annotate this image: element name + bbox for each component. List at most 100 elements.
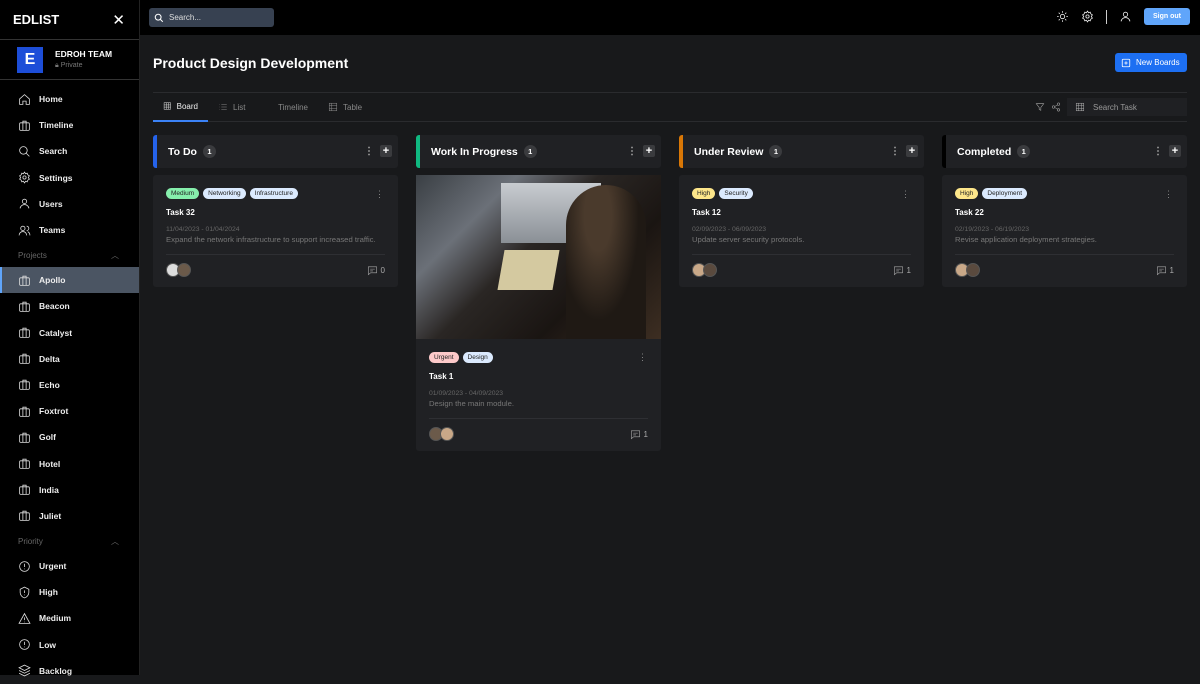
user-icon[interactable] bbox=[1119, 10, 1132, 23]
project-item-catalyst[interactable]: Catalyst bbox=[0, 320, 139, 346]
chevron-up-icon: ︿ bbox=[111, 536, 119, 547]
add-task-button[interactable]: + bbox=[643, 145, 655, 157]
comments-button[interactable]: 0 bbox=[367, 265, 385, 276]
tag-badge: Security bbox=[719, 188, 752, 199]
more-vertical-icon[interactable]: ⋮ bbox=[375, 189, 384, 200]
comment-icon bbox=[630, 429, 641, 440]
gear-icon[interactable] bbox=[1081, 10, 1094, 23]
tag-badge: Networking bbox=[203, 188, 246, 199]
share-icon[interactable] bbox=[1051, 102, 1061, 112]
column-count: 1 bbox=[203, 145, 216, 158]
column-count: 1 bbox=[524, 145, 537, 158]
close-icon[interactable]: ✕ bbox=[112, 11, 125, 29]
tab-list[interactable]: List bbox=[208, 92, 263, 122]
more-vertical-icon[interactable]: ⋮ bbox=[1164, 189, 1173, 200]
search-icon bbox=[18, 145, 31, 158]
projects-section-header[interactable]: Projects︿ bbox=[0, 243, 139, 267]
nav-label: High bbox=[39, 587, 58, 597]
priority-item-urgent[interactable]: Urgent bbox=[0, 553, 139, 579]
shield-alert-icon bbox=[18, 586, 31, 599]
divider bbox=[1106, 10, 1107, 24]
tab-board[interactable]: Board bbox=[153, 92, 208, 122]
comments-button[interactable]: 1 bbox=[893, 265, 911, 276]
priority-item-low[interactable]: Low bbox=[0, 632, 139, 658]
priority-item-high[interactable]: High bbox=[0, 579, 139, 605]
task-description: Expand the network infrastructure to sup… bbox=[166, 235, 385, 245]
column-header: Work In Progress1 ⋮+ bbox=[416, 135, 661, 168]
project-item-delta[interactable]: Delta bbox=[0, 346, 139, 372]
sidebar-item-users[interactable]: Users bbox=[0, 191, 139, 217]
add-task-button[interactable]: + bbox=[380, 145, 392, 157]
team-visibility: Private bbox=[61, 62, 83, 69]
nav-label: Beacon bbox=[39, 301, 70, 311]
task-card[interactable]: UrgentDesign ⋮ Task 1 01/09/2023 - 04/09… bbox=[416, 175, 661, 451]
project-item-juliet[interactable]: Juliet bbox=[0, 503, 139, 529]
project-item-india[interactable]: India bbox=[0, 477, 139, 503]
task-card[interactable]: HighDeployment ⋮ Task 22 02/19/2023 - 06… bbox=[942, 175, 1187, 287]
tag-badge: Deployment bbox=[982, 188, 1027, 199]
more-vertical-icon[interactable]: ⋮ bbox=[638, 352, 647, 363]
tag-badge: Urgent bbox=[429, 352, 459, 363]
page-title: Product Design Development bbox=[153, 55, 348, 71]
new-boards-button[interactable]: New Boards bbox=[1115, 53, 1187, 72]
filter-icon[interactable] bbox=[1035, 102, 1045, 112]
project-item-apollo[interactable]: Apollo bbox=[0, 267, 139, 293]
project-item-golf[interactable]: Golf bbox=[0, 424, 139, 450]
plus-square-icon bbox=[1121, 58, 1131, 68]
briefcase-icon bbox=[18, 509, 31, 522]
add-task-button[interactable]: + bbox=[906, 145, 918, 157]
project-item-foxtrot[interactable]: Foxtrot bbox=[0, 398, 139, 424]
comments-button[interactable]: 1 bbox=[630, 429, 648, 440]
column-title: To Do bbox=[168, 146, 197, 158]
priority-item-backlog[interactable]: Backlog bbox=[0, 658, 139, 684]
avatar bbox=[703, 263, 717, 277]
nav-label: Low bbox=[39, 640, 56, 650]
briefcase-icon bbox=[18, 119, 31, 132]
team-switcher[interactable]: E EDROH TEAM 🔒︎ Private bbox=[0, 40, 139, 80]
tab-timeline[interactable]: Timeline bbox=[263, 92, 318, 122]
more-vertical-icon[interactable]: ⋮ bbox=[901, 189, 910, 200]
comment-count: 1 bbox=[907, 266, 911, 275]
sidebar-item-settings[interactable]: Settings bbox=[0, 165, 139, 191]
alert-circle-icon bbox=[18, 560, 31, 573]
table-icon bbox=[328, 102, 338, 112]
more-vertical-icon[interactable]: ⋮ bbox=[1153, 146, 1163, 157]
project-item-beacon[interactable]: Beacon bbox=[0, 293, 139, 319]
chevron-up-icon: ︿ bbox=[111, 250, 119, 261]
avatar bbox=[177, 263, 191, 277]
comments-button[interactable]: 1 bbox=[1156, 265, 1174, 276]
home-icon bbox=[18, 93, 31, 106]
more-vertical-icon[interactable]: ⋮ bbox=[364, 146, 374, 157]
briefcase-icon bbox=[18, 326, 31, 339]
sidebar-item-home[interactable]: Home bbox=[0, 86, 139, 112]
task-card[interactable]: MediumNetworkingInfrastructure ⋮ Task 32… bbox=[153, 175, 398, 287]
sidebar-item-timeline[interactable]: Timeline bbox=[0, 112, 139, 138]
column-count: 1 bbox=[1017, 145, 1030, 158]
topbar: Search... Sign out bbox=[140, 0, 1200, 35]
more-vertical-icon[interactable]: ⋮ bbox=[627, 146, 637, 157]
project-item-hotel[interactable]: Hotel bbox=[0, 450, 139, 476]
comment-count: 1 bbox=[644, 430, 648, 439]
column-title: Completed bbox=[957, 146, 1011, 158]
sign-out-button[interactable]: Sign out bbox=[1144, 8, 1190, 25]
briefcase-icon bbox=[18, 378, 31, 391]
priority-item-medium[interactable]: Medium bbox=[0, 605, 139, 631]
column-header: To Do 1 ⋮ + bbox=[153, 135, 398, 168]
sidebar-item-search[interactable]: Search bbox=[0, 138, 139, 164]
task-dates: 02/19/2023 - 06/19/2023 bbox=[955, 226, 1174, 233]
more-vertical-icon[interactable]: ⋮ bbox=[890, 146, 900, 157]
nav-label: Echo bbox=[39, 380, 60, 390]
search-task-input[interactable]: Search Task bbox=[1067, 98, 1187, 116]
sun-icon[interactable] bbox=[1056, 10, 1069, 23]
sidebar-item-teams[interactable]: Teams bbox=[0, 217, 139, 243]
priority-section-header[interactable]: Priority︿ bbox=[0, 529, 139, 553]
briefcase-icon bbox=[18, 431, 31, 444]
tab-table[interactable]: Table bbox=[318, 92, 373, 122]
add-task-button[interactable]: + bbox=[1169, 145, 1181, 157]
briefcase-icon bbox=[18, 483, 31, 496]
search-input[interactable]: Search... bbox=[149, 8, 274, 27]
task-card[interactable]: HighSecurity ⋮ Task 12 02/09/2023 - 06/0… bbox=[679, 175, 924, 287]
list-icon bbox=[218, 102, 228, 112]
tab-label: Timeline bbox=[278, 103, 308, 112]
project-item-echo[interactable]: Echo bbox=[0, 372, 139, 398]
